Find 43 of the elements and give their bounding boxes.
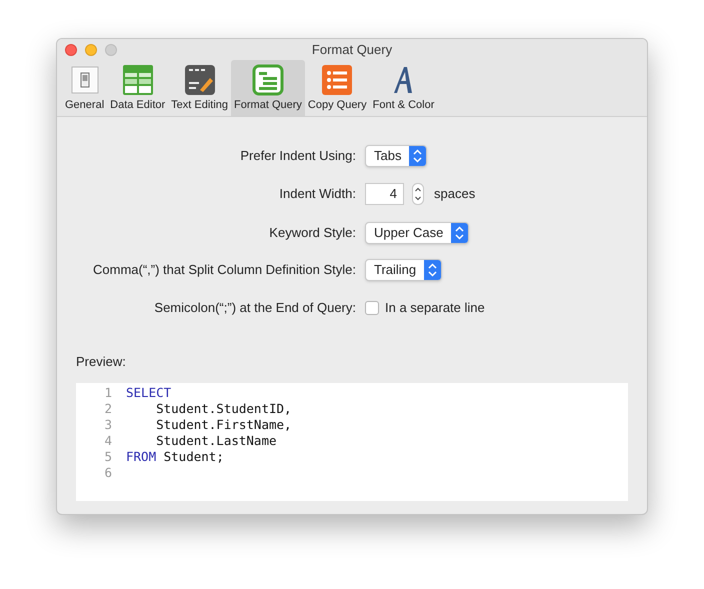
toolbar-tab[interactable]: Data Editor — [107, 60, 168, 116]
zoom-button[interactable] — [105, 44, 117, 56]
line-number: 2 — [103, 400, 112, 416]
line-number: 1 — [103, 384, 112, 400]
line-number: 3 — [103, 416, 112, 432]
toolbar-tab[interactable]: Copy Query — [304, 60, 370, 116]
setting-label: Prefer Indent Using: — [239, 146, 356, 165]
line-number: 5 — [103, 448, 112, 464]
line-number: 6 — [103, 464, 112, 480]
toolbar-tab[interactable]: Font & Color — [370, 60, 438, 116]
setting-label: Indent Width: — [278, 185, 356, 204]
indent-width-field[interactable]: 4 — [365, 183, 404, 205]
indent-list-icon — [252, 64, 284, 96]
checkbox[interactable] — [365, 300, 379, 314]
toolbar-tab[interactable]: Format Query — [231, 60, 305, 116]
code-line: FROM Student; — [126, 448, 224, 464]
code-line: Student.LastName — [155, 432, 277, 448]
chevrons-icon — [409, 146, 426, 166]
preview-label: Preview: — [76, 353, 127, 371]
popup-button[interactable]: Trailing — [365, 258, 442, 280]
setting-label: Keyword Style: — [268, 224, 356, 242]
window-title: Format Query — [312, 40, 392, 59]
table-icon — [122, 64, 154, 96]
minimize-button[interactable] — [85, 44, 97, 56]
popup-button[interactable]: Tabs — [365, 144, 428, 166]
list-icon — [321, 64, 354, 96]
setting-label: Comma(“,”) that Split Column Definition Style: — [92, 260, 356, 279]
toolbar-tab[interactable]: Text Editing — [168, 60, 232, 116]
code-line: Student.StudentID, — [155, 400, 292, 416]
checkbox-label: In a separate line — [385, 298, 485, 317]
popup-button[interactable]: Upper Case — [365, 222, 470, 244]
stepper-icon[interactable] — [412, 183, 424, 205]
switch-icon — [70, 66, 99, 94]
close-button[interactable] — [65, 44, 77, 56]
code-line: Student.FirstName, — [155, 416, 292, 432]
line-number: 4 — [103, 432, 112, 448]
toolbar-tab[interactable]: General — [62, 60, 108, 116]
chevrons-icon — [451, 222, 468, 242]
chevrons-icon — [424, 260, 442, 280]
unit-label: spaces — [434, 185, 476, 204]
setting-label: Semicolon(“;”) at the End of Query: — [153, 298, 356, 317]
code-line: SELECT — [126, 384, 172, 400]
sql-pencil-icon — [184, 64, 216, 96]
